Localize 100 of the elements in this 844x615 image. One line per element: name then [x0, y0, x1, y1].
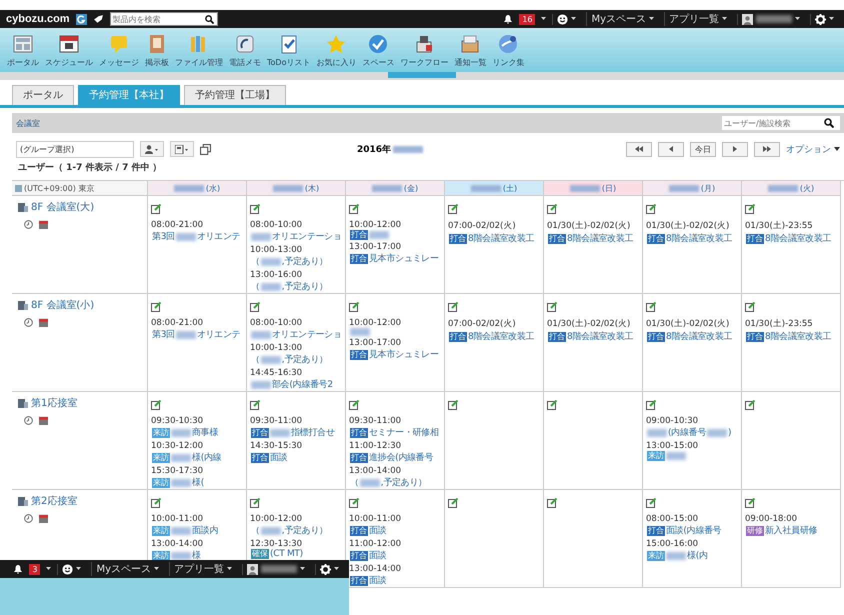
app-launcher-item[interactable]: ポータル: [4, 28, 42, 72]
add-event-icon[interactable]: [250, 204, 260, 214]
add-event-icon[interactable]: [250, 498, 260, 508]
add-event-icon[interactable]: [745, 400, 755, 410]
event-title[interactable]: 様(内線: [192, 451, 222, 464]
clock-icon[interactable]: [24, 220, 33, 229]
add-event-icon[interactable]: [745, 204, 755, 214]
facility-name[interactable]: 8F 会議室(小): [31, 298, 94, 312]
event-title[interactable]: 面談(内線番号: [666, 524, 722, 537]
tab[interactable]: 予約管理【本社】: [78, 85, 180, 105]
event-title[interactable]: 見本市シュミレー: [369, 252, 439, 265]
event-title[interactable]: 商事様: [192, 426, 218, 439]
event-title[interactable]: （: [251, 353, 260, 366]
event-title[interactable]: （: [251, 280, 260, 293]
settings-icon[interactable]: [320, 564, 331, 574]
weekday-label[interactable]: (日): [602, 182, 616, 194]
event-title[interactable]: （: [350, 476, 359, 489]
smiley-icon[interactable]: [62, 564, 74, 574]
search-field[interactable]: ユーザー/施設検索: [722, 116, 840, 130]
weekday-label[interactable]: (金): [404, 182, 418, 194]
add-event-icon[interactable]: [547, 302, 557, 312]
event-title[interactable]: 8階会議室改装工: [765, 330, 832, 343]
facility-name[interactable]: 第2応接室: [31, 494, 78, 508]
add-event-icon[interactable]: [745, 498, 755, 508]
add-event-icon[interactable]: [250, 400, 260, 410]
add-event-icon[interactable]: [547, 204, 557, 214]
calendar-icon[interactable]: [39, 514, 48, 523]
weekday-label[interactable]: (木): [304, 182, 320, 194]
add-event-icon[interactable]: [448, 498, 458, 508]
add-event-icon[interactable]: [745, 302, 755, 312]
app-launcher-item[interactable]: ワークフロー: [397, 28, 452, 72]
facility-name[interactable]: 第1応接室: [31, 396, 78, 410]
event-title[interactable]: 面談: [369, 524, 386, 537]
event-title[interactable]: 部会(内線番号2: [272, 378, 333, 391]
app-launcher-item[interactable]: お気に入り: [313, 28, 360, 72]
add-event-icon[interactable]: [349, 302, 359, 312]
add-event-icon[interactable]: [448, 204, 458, 214]
event-title[interactable]: 8階会議室改装工: [666, 232, 732, 245]
menu-link[interactable]: Myスペース: [96, 562, 151, 576]
menu-link[interactable]: Myスペース: [591, 12, 646, 26]
event-title[interactable]: （: [251, 255, 260, 268]
event-title[interactable]: 面談: [369, 574, 386, 587]
add-event-icon[interactable]: [250, 302, 260, 312]
menu-link[interactable]: アプリ一覧: [669, 12, 719, 26]
add-event-icon[interactable]: [349, 204, 359, 214]
app-launcher-item[interactable]: 通知一覧: [451, 28, 490, 72]
app-launcher-item[interactable]: 電話メモ: [226, 28, 264, 72]
event-title[interactable]: 指標打合せ: [291, 426, 335, 439]
facility-filter-button[interactable]: [170, 141, 194, 157]
calendar-icon[interactable]: [39, 220, 48, 229]
add-event-icon[interactable]: [646, 302, 656, 312]
app-launcher-item[interactable]: ToDoリスト: [264, 28, 314, 72]
today-button[interactable]: 今日: [690, 142, 716, 156]
event-title[interactable]: ,予定あり）: [380, 476, 427, 489]
settings-icon[interactable]: [815, 14, 826, 24]
event-title[interactable]: 第3回: [152, 230, 175, 243]
tab[interactable]: ポータル: [12, 85, 74, 105]
clock-icon[interactable]: [24, 514, 33, 523]
app-launcher-item[interactable]: メッセージ: [96, 28, 142, 72]
tab[interactable]: 予約管理【工場】: [184, 85, 286, 105]
event-title[interactable]: 8階会議室改装工: [666, 330, 732, 343]
event-title[interactable]: 様(: [192, 476, 204, 489]
event-title[interactable]: ,予定あり）: [282, 524, 328, 537]
app-launcher-item[interactable]: スケジュール: [42, 28, 96, 72]
app-launcher-item[interactable]: ファイル管理: [172, 28, 226, 72]
add-event-icon[interactable]: [448, 302, 458, 312]
add-event-icon[interactable]: [547, 498, 557, 508]
event-title[interactable]: オリエンテ: [196, 328, 240, 341]
clock-icon[interactable]: [24, 416, 33, 425]
event-title[interactable]: 8階会議室改装工: [468, 232, 534, 245]
add-event-icon[interactable]: [151, 302, 161, 312]
add-event-icon[interactable]: [547, 400, 557, 410]
add-event-icon[interactable]: [646, 400, 656, 410]
smiley-icon[interactable]: [557, 14, 568, 24]
event-title[interactable]: 見本市シュミレー: [369, 348, 439, 361]
calendar-icon[interactable]: [39, 416, 48, 425]
add-event-icon[interactable]: [151, 204, 161, 214]
add-event-icon[interactable]: [151, 400, 161, 410]
avatar-icon[interactable]: [247, 564, 258, 574]
first-page-button[interactable]: [626, 142, 652, 156]
user-filter-button[interactable]: [140, 141, 164, 157]
event-title[interactable]: ,予定あり）: [282, 280, 328, 293]
avatar-icon[interactable]: [742, 14, 753, 24]
options-link[interactable]: オプション: [786, 142, 831, 156]
event-title[interactable]: 面談: [270, 451, 288, 464]
event-title[interactable]: 8階会議室改装工: [468, 330, 534, 343]
event-title[interactable]: (内線番号: [668, 426, 706, 439]
weekday-label[interactable]: (水): [206, 182, 220, 194]
last-page-button[interactable]: [754, 142, 780, 156]
app-launcher-item[interactable]: スペース: [359, 28, 398, 72]
event-title[interactable]: オリエンテ: [196, 230, 240, 243]
logo[interactable]: cybozu.com: [6, 13, 70, 25]
app-launcher-item[interactable]: リンク集: [489, 28, 528, 72]
bird-icon[interactable]: [92, 14, 104, 24]
search-icon[interactable]: [824, 118, 834, 128]
group-select[interactable]: (グループ選択): [16, 140, 134, 158]
calendar-icon[interactable]: [39, 318, 48, 327]
event-title[interactable]: (CT MT): [270, 549, 303, 559]
search-field[interactable]: 製品内を検索: [110, 12, 218, 26]
add-event-icon[interactable]: [448, 400, 458, 410]
